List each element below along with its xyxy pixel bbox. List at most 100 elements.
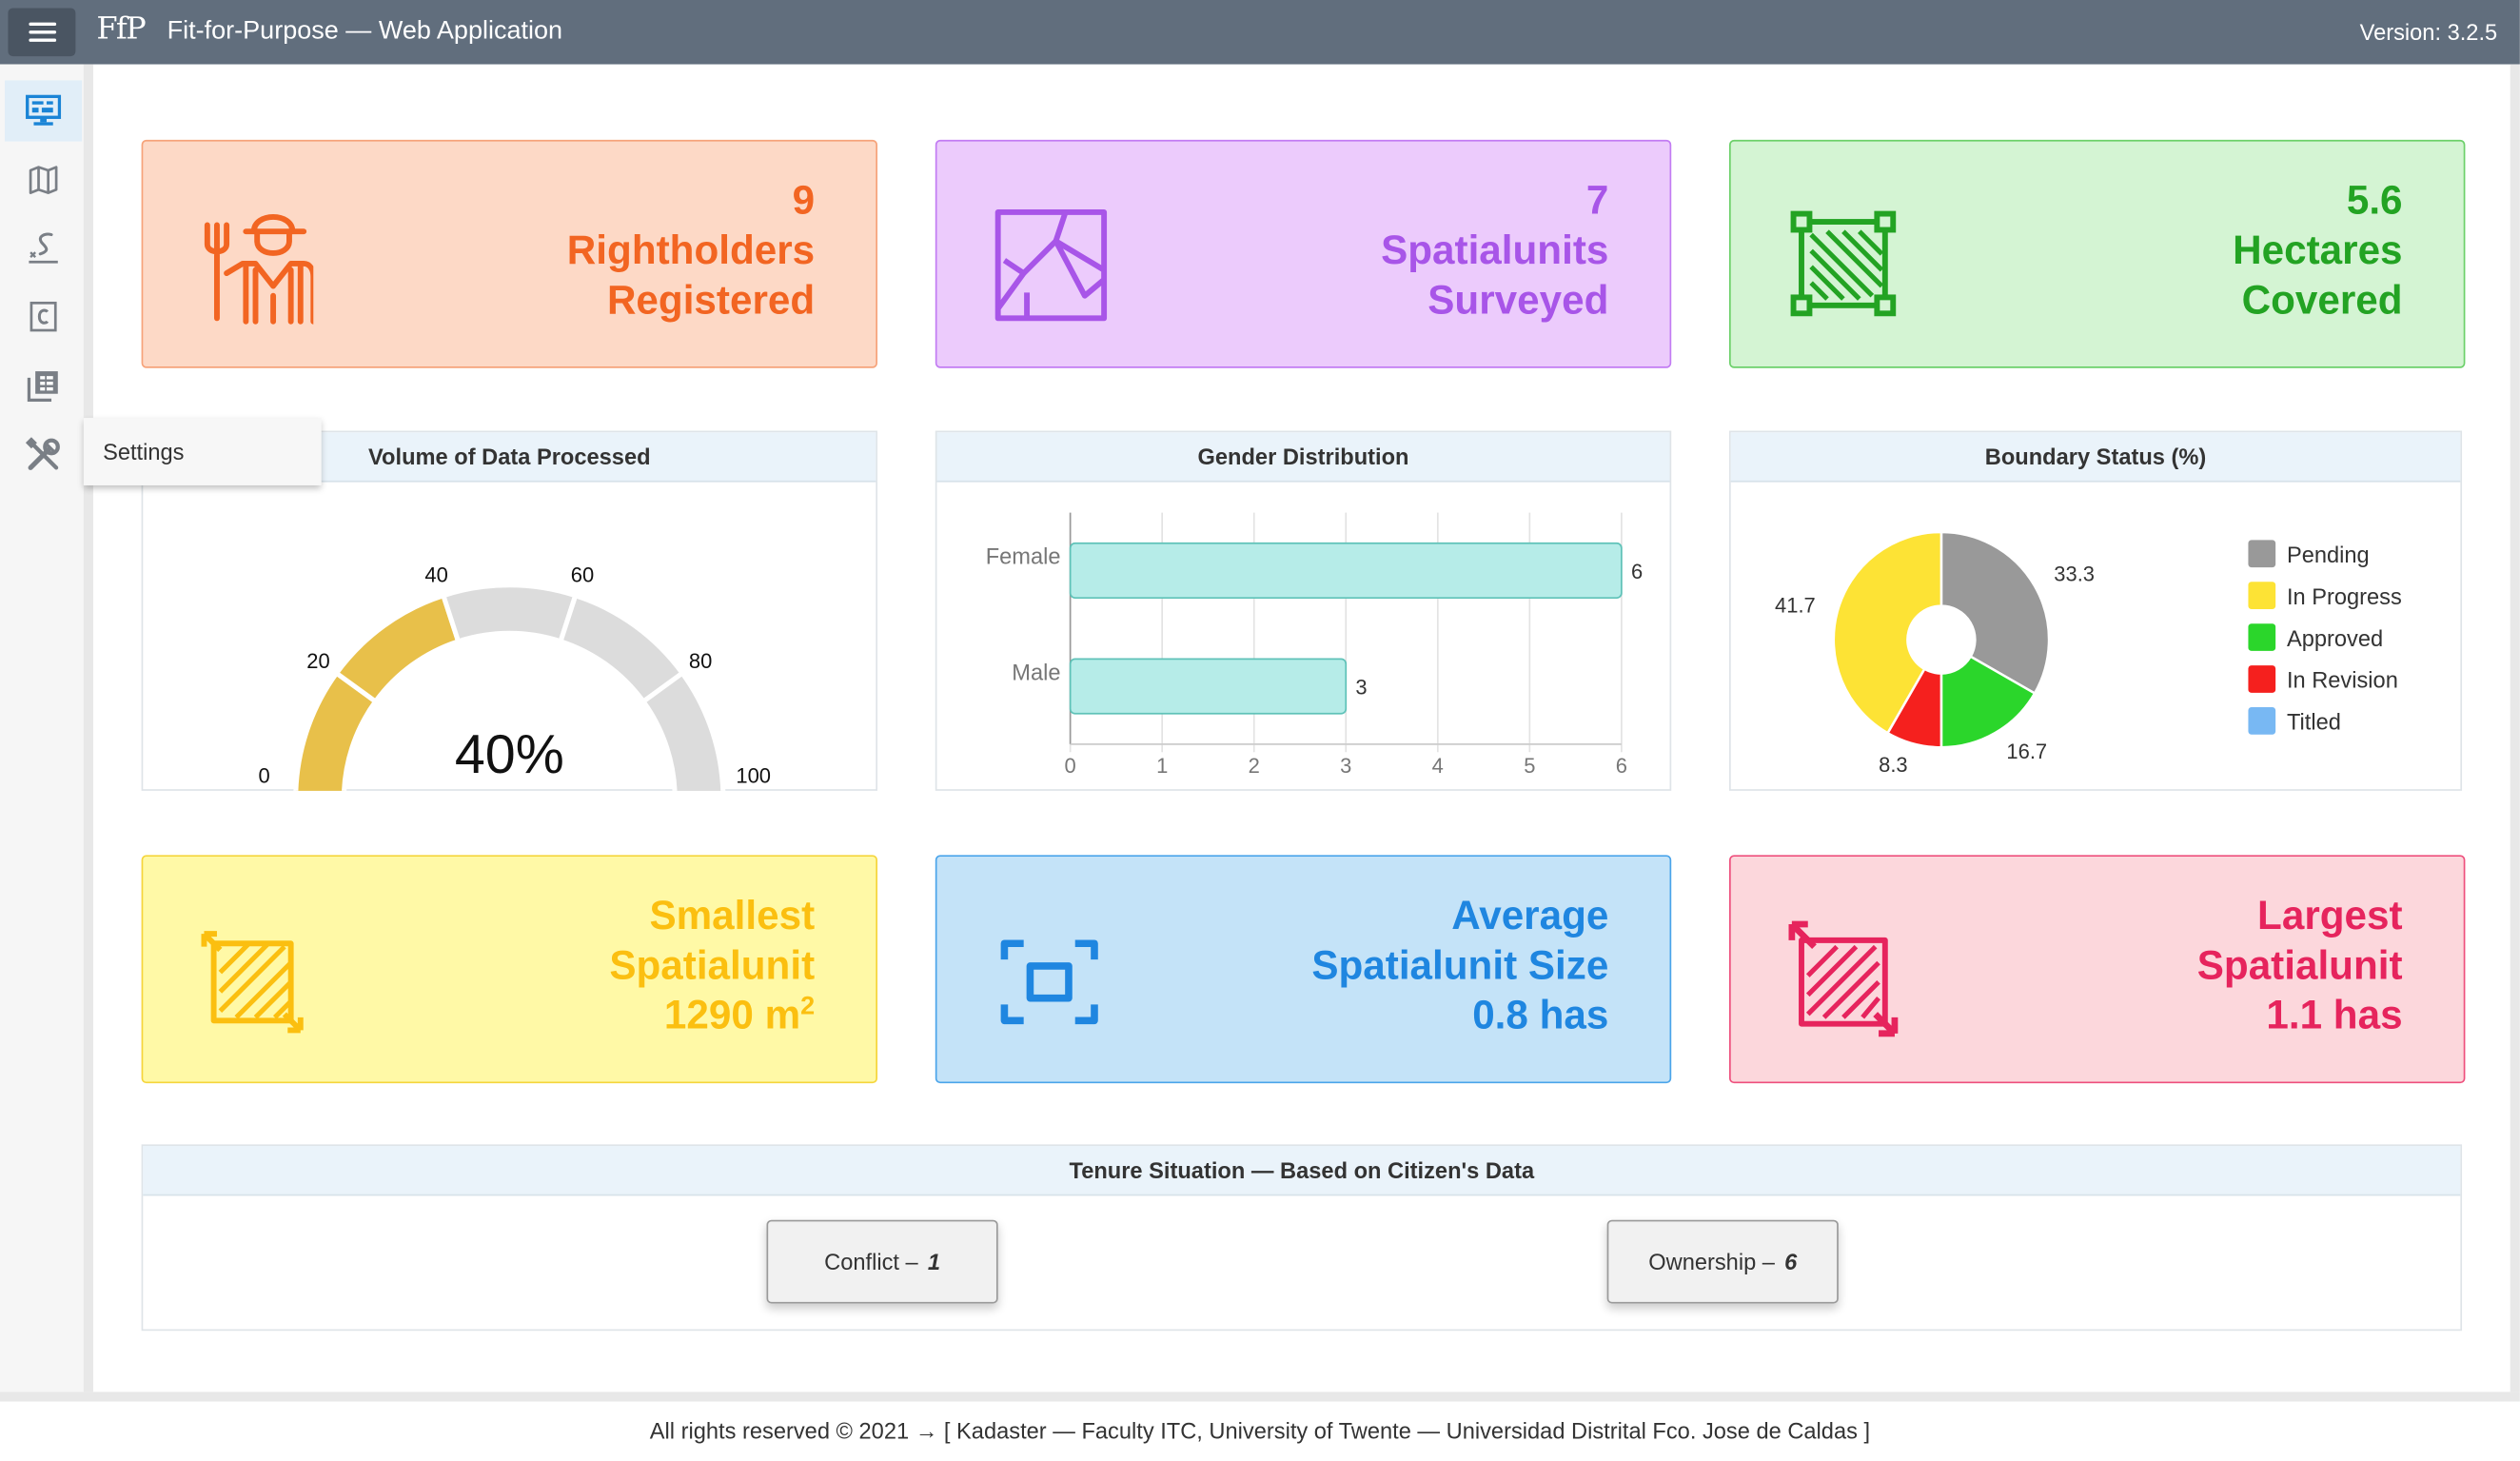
area-selection-icon <box>1790 210 1897 317</box>
farmer-icon <box>204 214 314 325</box>
gender-bar-chart: 0 1 2 3 4 5 6 Female 6 Male 3 <box>986 512 1643 778</box>
app-title: Fit-for-Purpose — Web Application <box>167 17 563 46</box>
gauge-tick-label: 0 <box>258 763 269 787</box>
pie-value-label: 8.3 <box>1879 753 1907 777</box>
shrink-area-icon <box>201 931 304 1034</box>
spatialunits-card: 7 Spatialunits Surveyed <box>935 139 1672 368</box>
ownership-count: 6 <box>1784 1249 1798 1275</box>
ownership-label: Ownership – <box>1648 1249 1775 1275</box>
rightholders-card: 9 Rightholders Registered <box>141 139 878 368</box>
largest-line2: Spatialunit <box>2196 943 2403 989</box>
sidebar-item-settings[interactable] <box>5 424 82 485</box>
conflict-button[interactable]: Conflict – 1 <box>766 1219 998 1304</box>
x-tick-label: 0 <box>1065 754 1076 778</box>
hamburger-menu-button[interactable] <box>8 8 76 57</box>
average-value: 0.8 has <box>1472 993 1609 1038</box>
right-divider <box>2510 64 2520 1392</box>
gender-panel: Gender Distribution 0 1 2 3 4 5 6 Female 6 Male 3 <box>935 430 1672 791</box>
smallest-line2: Spatialunit <box>609 943 816 989</box>
volume-gauge-chart: 0 20 40 60 80 100 40% <box>258 563 771 801</box>
bar-male <box>1069 658 1348 715</box>
average-line1: Average <box>1451 893 1609 939</box>
smallest-value-line: 1290 m2 <box>609 992 815 1041</box>
rightholders-value: 9 <box>792 178 816 224</box>
largest-text: Largest Spatialunit 1.1 has <box>2197 892 2403 1041</box>
sidebar-item-dashboard[interactable] <box>5 80 83 142</box>
bar-value-label: 6 <box>1631 560 1643 583</box>
gauge-value-label: 40% <box>455 724 564 785</box>
bottom-divider <box>0 1392 2520 1402</box>
focus-frame-icon <box>1000 939 1098 1025</box>
average-text: Average Spatialunit Size 0.8 has <box>1311 892 1608 1041</box>
gauge-tick-label: 20 <box>306 649 329 673</box>
average-line2: Spatialunit Size <box>1311 943 1609 989</box>
bar-value-label: 3 <box>1355 676 1367 700</box>
legend-swatch <box>2248 623 2276 651</box>
hectares-value: 5.6 <box>2346 178 2403 224</box>
tenure-panel-title: Tenure Situation — Based on Citizen's Da… <box>143 1146 2461 1196</box>
sidebar-item-certificate[interactable] <box>5 286 82 347</box>
rightholders-line1: Rightholders <box>566 227 816 274</box>
spatialunits-text: 7 Spatialunits Surveyed <box>1381 177 1608 326</box>
pie-value-label: 16.7 <box>2006 740 2047 763</box>
tenure-panel: Tenure Situation — Based on Citizen's Da… <box>141 1144 2463 1332</box>
smallest-value: 1290 m <box>663 993 801 1038</box>
legend-swatch <box>2248 540 2276 568</box>
legend-label: In Revision <box>2287 669 2398 694</box>
x-tick-label: 4 <box>1432 754 1444 778</box>
x-tick-label: 2 <box>1249 754 1260 778</box>
gauge-segment <box>333 592 462 705</box>
hectares-line1: Hectares <box>2233 227 2403 274</box>
x-tick-label: 3 <box>1340 754 1351 778</box>
settings-tooltip: Settings <box>83 418 322 485</box>
largest-line1: Largest <box>2257 893 2403 939</box>
sidebar-item-reports[interactable] <box>5 355 82 416</box>
boundary-panel: Boundary Status (%) 33.3 16.7 8.3 41.7 Pendi… <box>1729 430 2463 791</box>
rightholders-line2: Registered <box>606 278 816 324</box>
gender-panel-title: Gender Distribution <box>936 432 1670 483</box>
legend-swatch <box>2248 707 2276 735</box>
pie-value-label: 41.7 <box>1775 594 1816 618</box>
version-label: Version: 3.2.5 <box>2359 19 2498 46</box>
legend-label: Titled <box>2287 711 2341 736</box>
gauge-tick-label: 60 <box>571 563 594 587</box>
rightholders-text: 9 Rightholders Registered <box>567 177 815 326</box>
smallest-line1: Smallest <box>649 893 816 939</box>
app-root: FfP Fit-for-Purpose — Web Application Ve… <box>0 0 2520 1461</box>
x-tick-label: 6 <box>1616 754 1627 778</box>
dashboard-icon <box>26 94 62 126</box>
gauge-segment <box>640 669 726 801</box>
gauge-segment <box>440 582 579 645</box>
map-icon <box>29 166 58 194</box>
sidebar-divider <box>83 64 93 1392</box>
ownership-button[interactable]: Ownership – 6 <box>1606 1219 1839 1304</box>
boundary-panel-title: Boundary Status (%) <box>1730 432 2461 483</box>
gauge-tick-label: 100 <box>736 763 771 787</box>
footer-text: All rights reserved © 2021 → [ Kadaster … <box>649 1417 1871 1444</box>
conflict-label: Conflict – <box>824 1249 918 1275</box>
app-logo: FfP <box>96 10 146 47</box>
conflict-count: 1 <box>927 1249 941 1275</box>
pie-value-label: 33.3 <box>2054 562 2095 585</box>
legend-swatch <box>2248 582 2276 610</box>
legend-label: Pending <box>2287 543 2370 568</box>
smallest-card: Smallest Spatialunit 1290 m2 <box>141 855 878 1084</box>
hectares-card: 5.6 Hectares Covered <box>1729 139 2466 368</box>
smallest-text: Smallest Spatialunit 1290 m2 <box>609 892 815 1041</box>
spatialunits-line1: Spatialunits <box>1381 227 1609 274</box>
gauge-tick-label: 40 <box>424 563 447 587</box>
legend-swatch <box>2248 665 2276 693</box>
y-category-label: Female <box>986 545 1061 570</box>
settings-icon <box>26 437 60 470</box>
top-bar: FfP Fit-for-Purpose — Web Application Ve… <box>0 0 2520 65</box>
legend-label: In Progress <box>2287 585 2402 610</box>
sidebar-item-map[interactable] <box>5 149 82 210</box>
x-tick-label: 5 <box>1524 754 1535 778</box>
reports-icon <box>27 371 58 403</box>
legend-label: Approved <box>2287 627 2383 652</box>
sidebar-item-survey[interactable] <box>5 217 82 278</box>
boundary-donut-chart: 33.3 16.7 8.3 41.7 Pending In Progress Approve… <box>1775 530 2402 777</box>
average-card: Average Spatialunit Size 0.8 has <box>935 855 1672 1084</box>
gauge-tick-label: 80 <box>689 649 712 673</box>
survey-icon <box>29 232 58 264</box>
